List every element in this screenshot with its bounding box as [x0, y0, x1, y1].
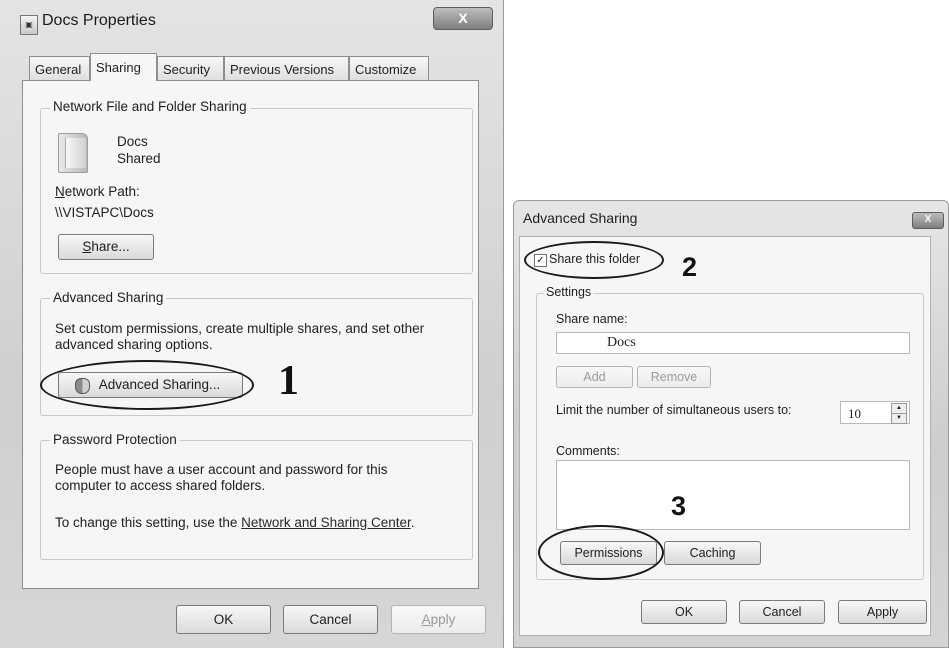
password-description-2: computer to access shared folders. — [55, 478, 266, 493]
cancel-button[interactable]: Cancel — [283, 605, 378, 634]
step-marker-1: 1 — [278, 358, 299, 404]
limit-users-spinner[interactable]: 10 ▲ ▼ — [840, 401, 910, 424]
advanced-sharing-group-label: Advanced Sharing — [50, 290, 167, 305]
highlight-oval-2 — [524, 241, 664, 279]
ok-button[interactable]: OK — [176, 605, 271, 634]
tab-security[interactable]: Security — [157, 56, 224, 81]
caching-button[interactable]: Caching — [664, 541, 761, 565]
network-path-value: \\VISTAPC\Docs — [55, 205, 154, 220]
limit-users-value: 10 — [848, 406, 861, 421]
comments-field[interactable] — [556, 460, 910, 530]
change-setting-suffix: . — [410, 515, 415, 530]
network-sharing-center-link[interactable]: Network and Sharing Center — [241, 515, 411, 530]
tab-sharing[interactable]: Sharing — [90, 53, 157, 81]
advanced-sharing-description-2: advanced sharing options. — [55, 337, 213, 352]
advanced-sharing-description-1: Set custom permissions, create multiple … — [55, 321, 425, 336]
advanced-ok-button[interactable]: OK — [641, 600, 727, 624]
step-marker-2: 2 — [682, 252, 698, 282]
apply-button[interactable]: Apply — [391, 605, 486, 634]
password-protection-group-label: Password Protection — [50, 432, 180, 447]
advanced-sharing-close-button[interactable]: X — [912, 212, 944, 229]
advanced-sharing-title: Advanced Sharing — [523, 210, 638, 226]
share-name-label: Share name: — [556, 312, 628, 326]
share-button[interactable]: Share... — [58, 234, 154, 260]
tab-previous-versions[interactable]: Previous Versions — [224, 56, 349, 81]
limit-users-label: Limit the number of simultaneous users t… — [556, 403, 792, 417]
password-description-1: People must have a user account and pass… — [55, 462, 388, 477]
share-name-value: Docs — [607, 335, 636, 350]
docs-properties-window: ▣ Docs Properties X General Sharing Secu… — [0, 0, 504, 648]
tab-general[interactable]: General — [29, 56, 90, 81]
spin-down-icon[interactable]: ▼ — [891, 413, 907, 424]
settings-group-label: Settings — [544, 285, 594, 299]
window-title: Docs Properties — [42, 12, 156, 29]
network-path-label: Network Path: — [55, 184, 140, 199]
folder-icon — [58, 133, 88, 173]
advanced-apply-button[interactable]: Apply — [838, 600, 927, 624]
folder-name: Docs — [117, 134, 148, 149]
comments-label: Comments: — [556, 444, 620, 458]
close-button[interactable]: X — [433, 7, 493, 30]
network-sharing-group-label: Network File and Folder Sharing — [50, 99, 250, 114]
change-setting-prefix: To change this setting, use the — [55, 515, 242, 530]
highlight-oval-1 — [40, 360, 254, 410]
folder-properties-icon: ▣ — [20, 15, 38, 35]
tab-customize[interactable]: Customize — [349, 56, 429, 81]
step-marker-3: 3 — [671, 491, 687, 521]
share-name-field[interactable]: Docs — [556, 332, 910, 354]
highlight-oval-3 — [538, 525, 664, 580]
folder-status: Shared — [117, 151, 161, 166]
change-setting-text: To change this setting, use the Network … — [55, 515, 414, 531]
remove-button[interactable]: Remove — [637, 366, 711, 388]
add-button[interactable]: Add — [556, 366, 633, 388]
password-protection-group — [40, 440, 473, 560]
advanced-cancel-button[interactable]: Cancel — [739, 600, 825, 624]
